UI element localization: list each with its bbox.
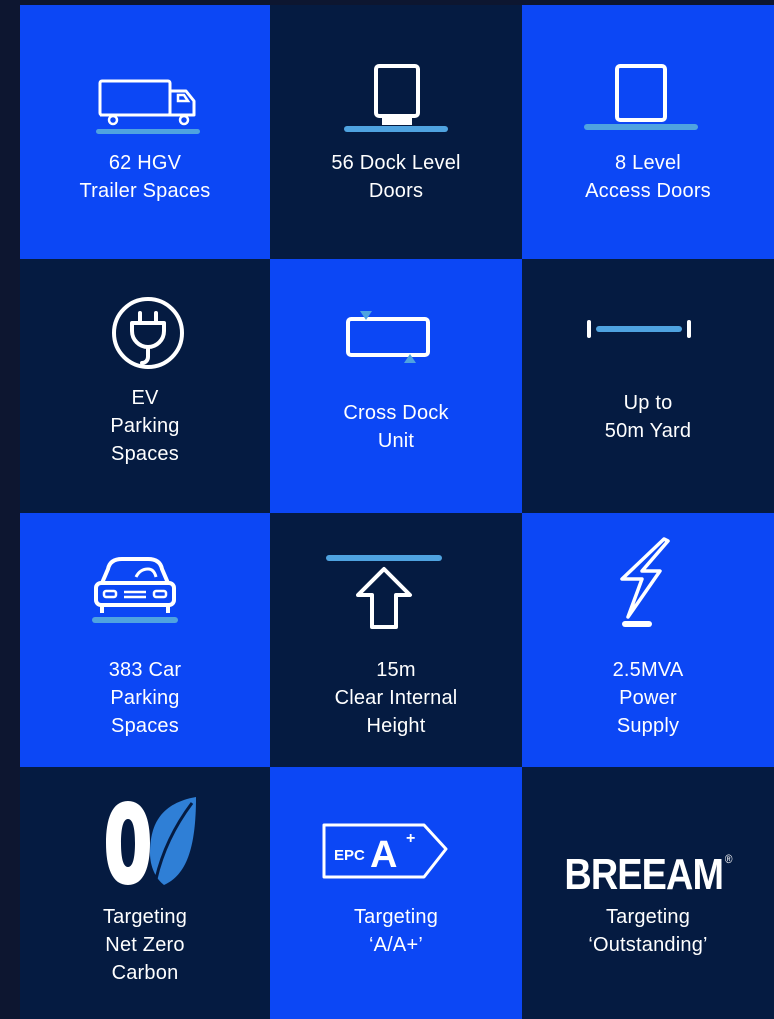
cross-dock-icon — [344, 307, 434, 367]
epc-text: EPC — [334, 847, 365, 864]
tile-clear-internal-height: 15m Clear Internal Height — [270, 513, 522, 767]
tile-label: Targeting Net Zero Carbon — [102, 906, 188, 984]
epc-grade-text: A — [370, 834, 397, 876]
tile-ev-parking-spaces: EV Parking Spaces — [20, 259, 270, 513]
tile-cross-dock-unit: Cross Dock Unit — [270, 259, 522, 513]
yard-width-icon — [584, 317, 694, 343]
tile-label: EV Parking Spaces — [110, 387, 180, 465]
breeam-logo: BREEAM ® — [540, 835, 757, 899]
tile-yard-depth: Up to 50m Yard — [522, 259, 774, 513]
tile-net-zero-carbon: Targeting Net Zero Carbon — [20, 767, 270, 1019]
height-arrow-icon — [324, 553, 444, 633]
tile-power-supply: 2.5MVA Power Supply — [522, 513, 774, 767]
tile-label: 2.5MVA Power Supply — [612, 659, 684, 737]
level-access-door-icon — [582, 63, 700, 135]
tile-label: 62 HGV Trailer Spaces — [79, 152, 211, 202]
tile-level-access-doors: 8 Level Access Doors — [522, 5, 774, 259]
net-zero-leaf-icon — [102, 793, 198, 889]
tile-car-parking-spaces: 383 Car Parking Spaces — [20, 513, 270, 767]
car-icon — [90, 553, 180, 629]
epc-rating-icon: EPC A + — [320, 819, 450, 885]
tile-label: Cross Dock Unit — [343, 402, 449, 452]
epc-plus-text: + — [406, 830, 415, 847]
tile-label: 15m Clear Internal Height — [334, 659, 458, 737]
tile-label: 8 Level Access Doors — [585, 152, 711, 202]
tile-label: Targeting ‘A/A+’ — [353, 906, 439, 956]
features-grid: 62 HGV Trailer Spaces 56 Dock Level Door… — [20, 5, 774, 1019]
tile-label: Targeting ‘Outstanding’ — [588, 906, 708, 956]
registered-mark: ® — [724, 852, 733, 866]
breeam-logo-text: BREEAM — [564, 850, 724, 899]
tile-label: 383 Car Parking Spaces — [108, 659, 182, 737]
tile-dock-level-doors: 56 Dock Level Doors — [270, 5, 522, 259]
tile-epc-rating: EPC A + Targeting ‘A/A+’ — [270, 767, 522, 1019]
ev-plug-icon — [110, 295, 186, 371]
tile-hgv-trailer-spaces: 62 HGV Trailer Spaces — [20, 5, 270, 259]
truck-icon — [94, 75, 200, 137]
tile-label: Up to 50m Yard — [604, 392, 692, 442]
dock-level-door-icon — [342, 63, 450, 135]
tile-breeam: BREEAM ® Targeting ‘Outstanding’ — [522, 767, 774, 1019]
tile-label: 56 Dock Level Doors — [331, 152, 461, 202]
lightning-icon — [608, 535, 674, 629]
